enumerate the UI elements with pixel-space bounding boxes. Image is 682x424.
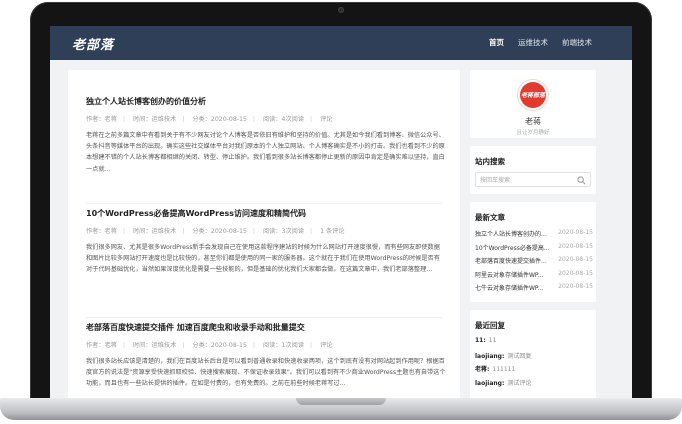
nav-item-home[interactable]: 首页 [489, 37, 504, 48]
post-author: 作者：老蒋 [86, 116, 117, 123]
recent-item-title[interactable]: 阿里云对象存储插件WP... [475, 270, 557, 284]
nav-item-frontend[interactable]: 前端技术 [562, 37, 592, 48]
reply-text[interactable]: 11 [489, 337, 497, 344]
recent-item[interactable]: 七牛云对象存储插件WP... 2020-08-15 [475, 283, 593, 297]
post-category[interactable]: 时间：运维技术 [133, 342, 176, 349]
site-header: 老部落 首页 运维技术 前端技术 [50, 26, 632, 60]
nav-item-ops[interactable]: 运维技术 [518, 37, 548, 48]
reply-text[interactable]: 111111 [492, 366, 515, 373]
post-author: 作者：老蒋 [86, 342, 117, 349]
recent-item-title[interactable]: 老部落百度快速提交插件... [475, 256, 557, 270]
recent-item-title[interactable]: 七牛云对象存储插件WP... [475, 283, 557, 297]
reply-item[interactable]: laojiang: 测试回复 [475, 351, 593, 365]
reply-list: 11: 11 laojiang: 测试回复 老蒋: 111111 laojiang: 测… [475, 337, 593, 391]
post-title[interactable]: 老部落百度快速提交插件 加速百度爬虫和收录手动和批量提交 [86, 322, 446, 333]
recent-item-date: 2020-08-15 [558, 269, 593, 277]
recent-posts-card: 最新文章 独立个人站长博客创办的... 2020-08-15 10个WordPr… [470, 202, 596, 302]
site-logo[interactable]: 老部落 [72, 34, 114, 53]
post-views: 阅读：3次阅读 [262, 228, 305, 235]
author-card: 老蒋部落 老蒋 且让岁月静好 [470, 70, 596, 138]
post-meta: 作者：老蒋 | 时间：运维技术 | 分类：2020-08-15 | 阅读：1次阅读 | … [86, 342, 333, 349]
recent-item-date: 2020-08-15 [558, 283, 593, 290]
reply-item[interactable]: laojiang: 测试评论 [475, 378, 593, 392]
laptop-mockup: 老部落 首页 运维技术 前端技术 独立个人站长博客创办的价值分析 作者：老蒋 | … [0, 0, 682, 424]
author-name: 老蒋 [525, 117, 541, 126]
search-card: 站内搜索 [470, 146, 596, 194]
reply-author: laojiang: [475, 352, 505, 360]
reply-author: laojiang: [475, 379, 505, 387]
post-comments[interactable]: 评论 [320, 116, 332, 123]
laptop-screen: 老部落 首页 运维技术 前端技术 独立个人站长博客创办的价值分析 作者：老蒋 | … [50, 26, 632, 398]
post-category[interactable]: 时间：运维技术 [133, 116, 176, 123]
post-views: 阅读：4次阅读 [262, 116, 305, 123]
post-date: 分类：2020-08-15 [192, 116, 247, 123]
recent-item-title[interactable]: 10个WordPress必备提高... [475, 243, 557, 257]
post-category[interactable]: 时间：运维技术 [133, 228, 176, 235]
search-title: 站内搜索 [475, 157, 505, 166]
avatar[interactable]: 老蒋部落 [517, 79, 549, 111]
main-nav: 首页 运维技术 前端技术 [489, 37, 592, 48]
post-author: 作者：老蒋 [86, 228, 117, 235]
recent-item[interactable]: 10个WordPress必备提高... 2020-08-15 [475, 243, 593, 257]
camera-icon [338, 7, 344, 13]
post-excerpt: 我们很多站长应该是清楚的，我们在百度站长后台是可以看到普通收录和快速收录两项，这… [86, 358, 446, 388]
replies-title: 最近回复 [475, 321, 505, 330]
reply-text[interactable]: 测试回复 [507, 353, 531, 360]
search-input[interactable] [480, 175, 576, 185]
laptop-notch [296, 398, 386, 405]
post-comments[interactable]: 1 条评论 [320, 228, 344, 235]
recent-item-date: 2020-08-15 [558, 229, 593, 236]
author-tagline: 且让岁月静好 [516, 130, 550, 136]
search-box [475, 172, 591, 187]
post-list: 独立个人站长博客创办的价值分析 作者：老蒋 | 时间：运维技术 | 分类：2020-… [68, 70, 460, 398]
avatar-logo: 老蒋部落 [520, 82, 546, 108]
post-views: 阅读：1次阅读 [262, 342, 305, 349]
post-title[interactable]: 10个WordPress必备提高WordPress访问速度和精简代码 [86, 208, 446, 219]
post-date: 分类：2020-08-15 [192, 342, 247, 349]
recent-item[interactable]: 阿里云对象存储插件WP... 2020-08-15 [475, 270, 593, 284]
post-item: 10个WordPress必备提高WordPress访问速度和精简代码 作者：老蒋… [86, 208, 446, 287]
post-divider [86, 317, 442, 318]
post-comments[interactable]: 评论 [320, 342, 332, 349]
recent-item-date: 2020-08-15 [558, 242, 593, 250]
reply-author: 11: [475, 337, 486, 344]
reply-text[interactable]: 测试评论 [507, 380, 531, 387]
post-title[interactable]: 独立个人站长博客创办的价值分析 [86, 96, 446, 107]
post-divider [86, 203, 442, 204]
post-item: 老部落百度快速提交插件 加速百度爬虫和收录手动和批量提交 作者：老蒋 | 时间：运… [86, 322, 446, 398]
post-excerpt: 我们很多网友、尤其是很多WordPress新手会发现自己在使用这款程序建站的时候… [86, 244, 440, 274]
recent-item-title[interactable]: 独立个人站长博客创办的... [475, 229, 557, 243]
recent-list: 独立个人站长博客创办的... 2020-08-15 10个WordPress必备… [475, 229, 593, 297]
post-meta: 作者：老蒋 | 时间：运维技术 | 分类：2020-08-15 | 阅读：3次阅读 | … [86, 228, 345, 235]
reply-item[interactable]: 11: 11 [475, 337, 593, 351]
recent-item[interactable]: 老部落百度快速提交插件... 2020-08-15 [475, 256, 593, 270]
recent-item-date: 2020-08-15 [558, 256, 593, 263]
post-excerpt: 老蒋在之前多篇文章中有看到关于有不少网友讨论个人博客是否依旧有维护和坚持的价值。… [86, 132, 445, 173]
recent-replies-card: 最近回复 11: 11 laojiang: 测试回复 老蒋: 111111 laoji… [470, 310, 596, 398]
recent-item[interactable]: 独立个人站长博客创办的... 2020-08-15 [475, 229, 593, 243]
reply-author: 老蒋: [475, 366, 490, 373]
post-item: 独立个人站长博客创办的价值分析 作者：老蒋 | 时间：运维技术 | 分类：2020-… [86, 96, 446, 175]
post-date: 分类：2020-08-15 [192, 228, 247, 235]
recent-title: 最新文章 [475, 213, 505, 222]
search-icon[interactable] [577, 176, 586, 185]
post-meta: 作者：老蒋 | 时间：运维技术 | 分类：2020-08-15 | 阅读：4次阅读 | … [86, 116, 333, 123]
reply-item[interactable]: 老蒋: 111111 [475, 364, 593, 378]
